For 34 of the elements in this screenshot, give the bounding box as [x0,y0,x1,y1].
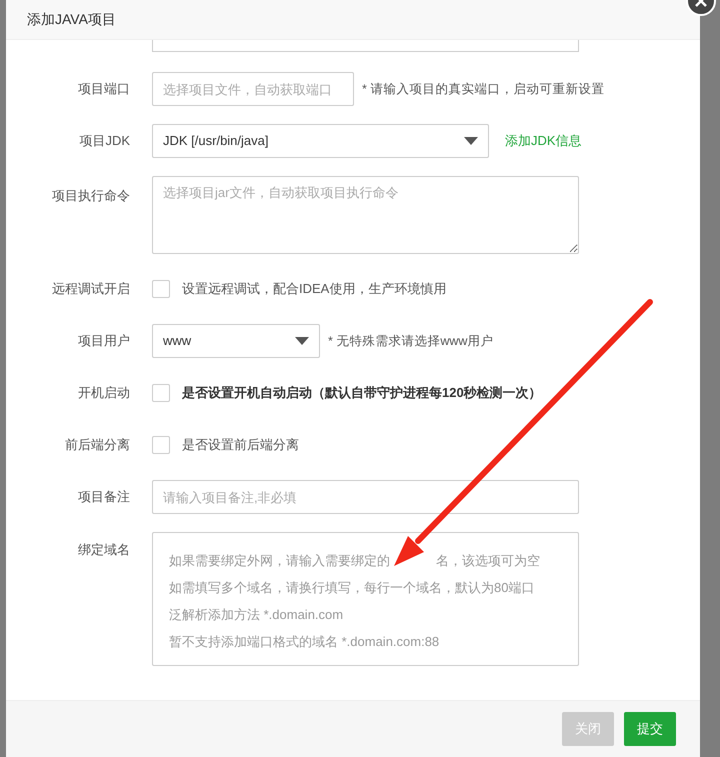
hint-text: * 无特殊需求请选择www用户 [328,332,494,350]
text-input[interactable]: 选择项目文件，自动获取端口 [152,72,354,106]
field-label: 项目JDK [78,132,130,150]
submit-button[interactable]: 提交 [624,712,676,746]
caret-icon [464,137,478,145]
caret-icon [295,337,309,345]
hint-text: * 请输入项目的真实端口，启动可重新设置 [362,80,604,98]
select-field[interactable]: www [152,324,320,358]
field-label: 前后端分离 [64,436,130,454]
add-jdk-link[interactable]: 添加JDK信息 [505,131,582,151]
checkbox[interactable] [152,384,170,402]
placeholder-text: 泛解析添加方法 *.domain.com [169,606,344,624]
field-label: 项目备注 [77,488,130,506]
placeholder-text: 名，该选项可为空 [436,552,540,570]
checkbox-label: 是否设置前后端分离 [182,436,299,454]
dialog-title: 添加JAVA项目 [27,10,116,29]
checkbox[interactable] [152,280,170,298]
text-input[interactable] [152,40,579,52]
checkbox-label: 是否设置开机自动启动（默认自带守护进程每120秒检测一次） [182,384,542,402]
field-label: 绑定域名 [77,541,130,559]
placeholder-text: 暂不支持添加端口格式的域名 *.domain.com:88 [169,633,440,651]
field-label: 项目执行命令 [51,187,130,205]
text-input[interactable]: 请输入项目备注,非必填 [152,480,579,514]
placeholder-text: 如果需要绑定外网，请输入需要绑定的 [169,552,390,570]
checkbox-label: 设置远程调试，配合IDEA使用，生产环境慎用 [182,280,446,298]
field-label: 开机启动 [77,384,130,402]
field-label: 远程调试开启 [51,280,130,298]
checkbox[interactable] [152,436,170,454]
field-label: 项目端口 [77,80,130,98]
select-field[interactable]: JDK [/usr/bin/java] [152,124,489,158]
placeholder-text: 如需填写多个域名，请换行填写，每行一个域名，默认为80端口 [169,579,534,597]
text-area[interactable]: 选择项目jar文件，自动获取项目执行命令 [152,176,579,254]
field-label: 项目用户 [77,332,130,350]
text-area[interactable]: 如果需要绑定外网，请输入需要绑定的 名，该选项可为空 如需填写多个域名，请换行填写，每行一个域名，默认为80端口 泛解析添加方法 *.domain.com 暂不支持添加端口格式的域名 *.domain.com:88 [152,532,579,666]
